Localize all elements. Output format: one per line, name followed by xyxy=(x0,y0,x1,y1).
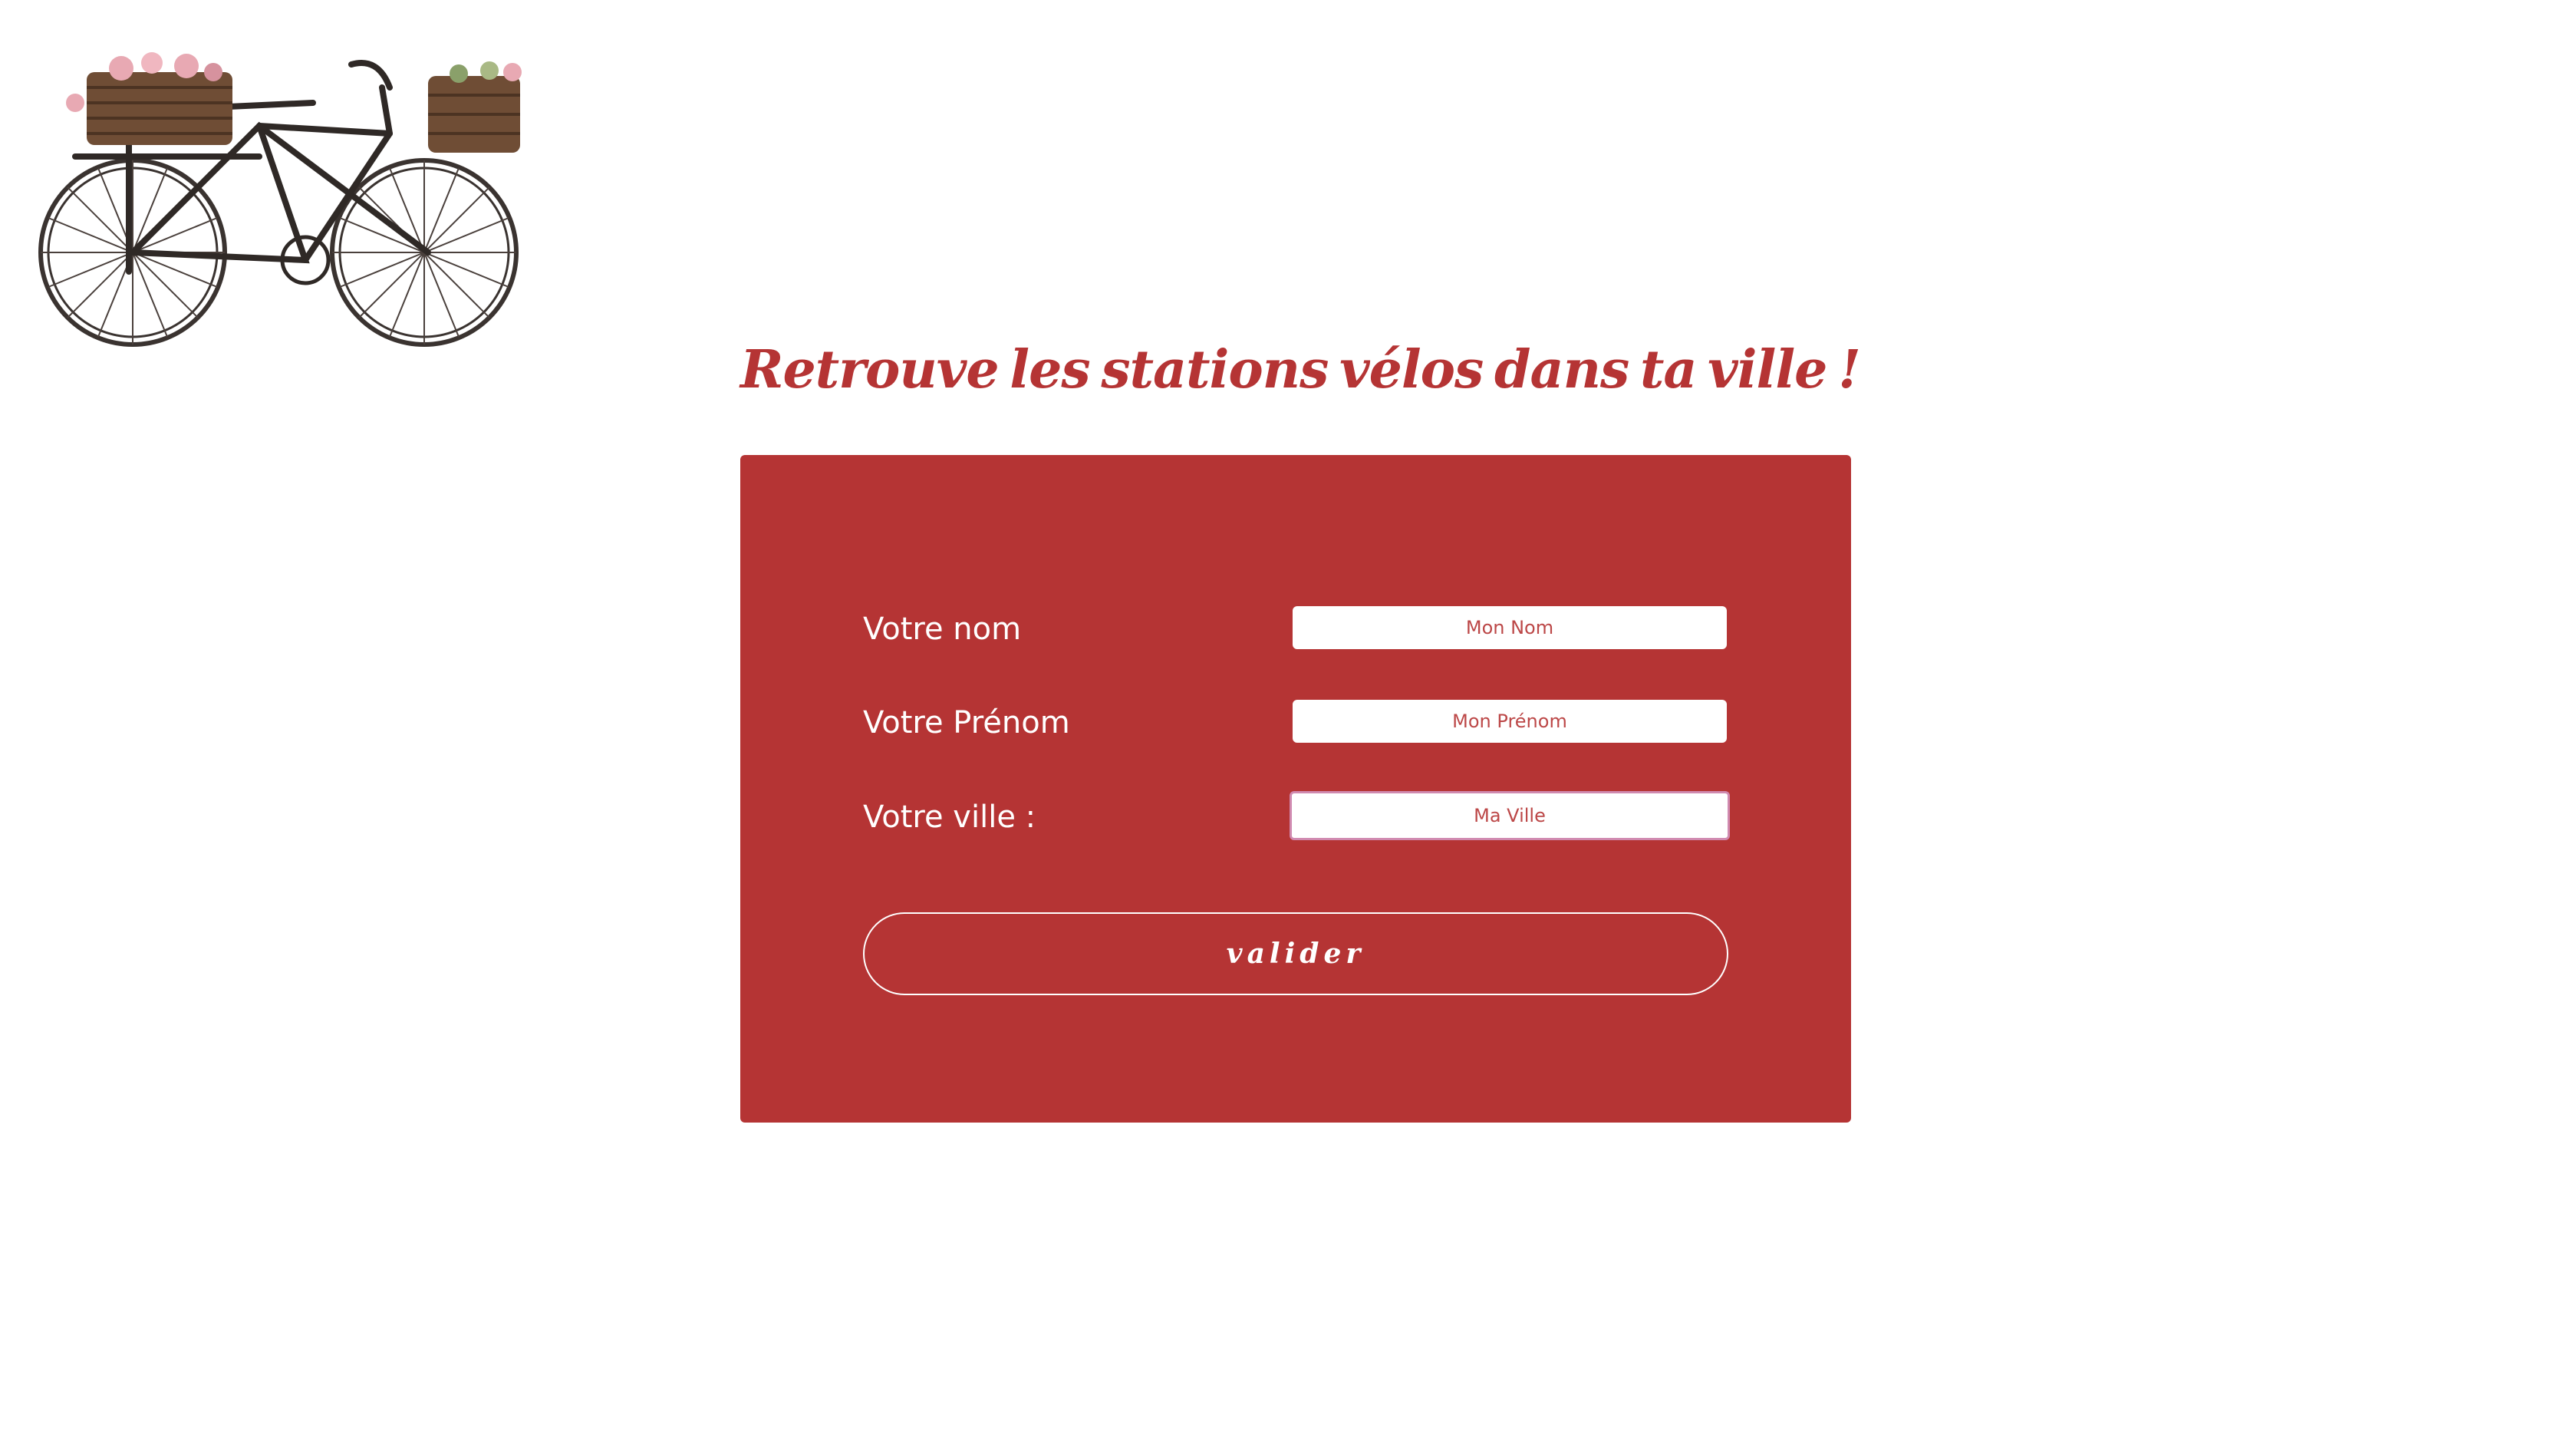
prenom-label: Votre Prénom xyxy=(863,705,1070,740)
nom-label: Votre nom xyxy=(863,612,1022,647)
ville-input[interactable] xyxy=(1290,791,1730,840)
headline-word: ! xyxy=(1838,339,1861,401)
headline-word: stations xyxy=(1101,339,1329,401)
bicycle-logo xyxy=(29,41,558,364)
headline-word: ta xyxy=(1640,339,1697,401)
headline-word: Retrouve xyxy=(740,339,1000,401)
bicycle-with-flower-baskets-icon xyxy=(38,52,522,347)
nom-input[interactable] xyxy=(1293,606,1727,649)
form-row-prenom: Votre Prénom xyxy=(863,700,1730,746)
prenom-input[interactable] xyxy=(1293,700,1727,743)
form-row-nom: Votre nom xyxy=(863,606,1730,652)
search-form-panel: Votre nom Votre Prénom Votre ville : val… xyxy=(740,455,1851,1123)
form-row-ville: Votre ville : xyxy=(863,791,1730,840)
headline-word: les xyxy=(1010,339,1090,401)
headline-word: vélos xyxy=(1339,339,1484,401)
headline-word: ville xyxy=(1708,339,1827,401)
page-headline: Retrouve les stations vélos dans ta vill… xyxy=(740,331,1861,408)
ville-label: Votre ville : xyxy=(863,800,1036,835)
headline-word: dans xyxy=(1494,339,1629,401)
submit-button[interactable]: valider xyxy=(863,912,1728,995)
